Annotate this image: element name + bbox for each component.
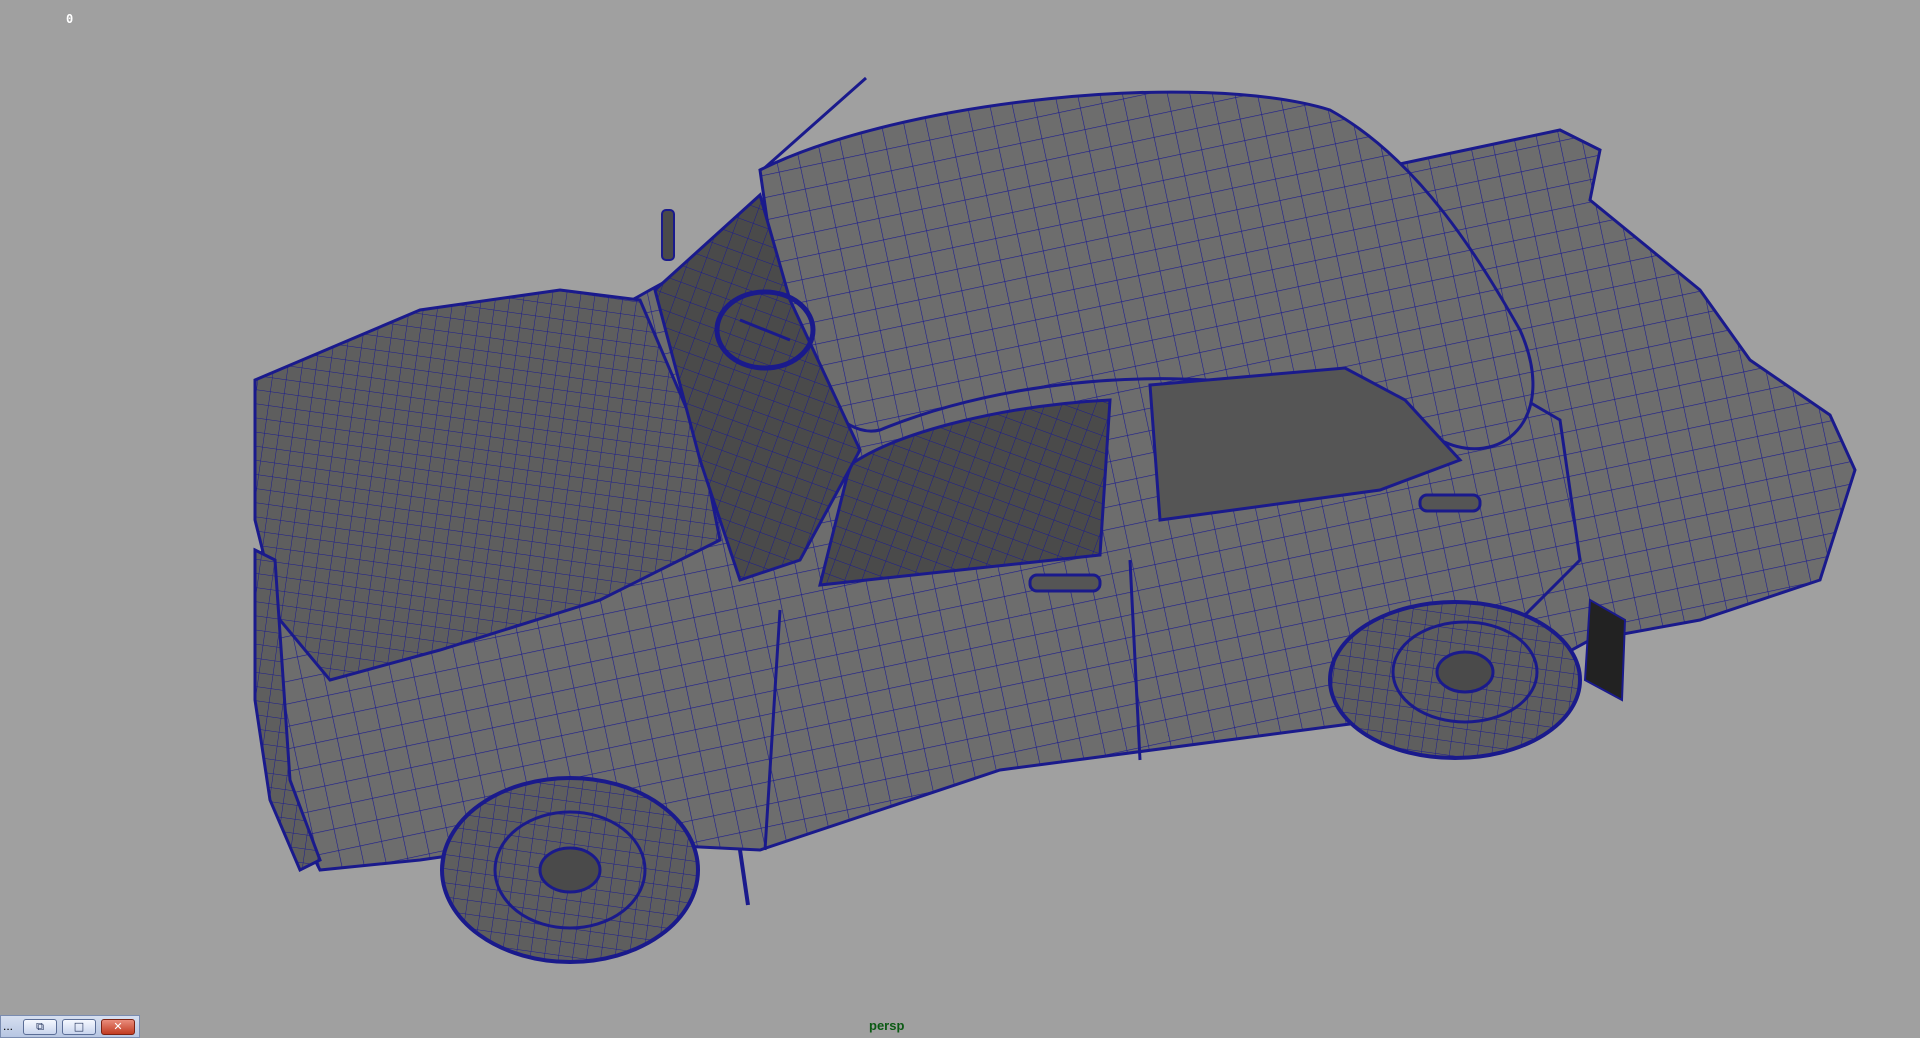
side-mirror — [661, 209, 675, 261]
rear-wheel — [1328, 600, 1582, 760]
front-wheel — [440, 776, 700, 964]
close-button[interactable]: ✕ — [101, 1019, 135, 1035]
close-icon: ✕ — [113, 1020, 123, 1033]
front-jack — [738, 849, 750, 906]
hud-counter: 0 — [66, 12, 74, 26]
car-wireframe-model[interactable] — [0, 0, 1920, 1038]
maximize-button[interactable]: □ — [62, 1019, 96, 1035]
persp-viewport[interactable]: 0 persp ... ⧉ □ ✕ — [0, 0, 1920, 1038]
restore-button[interactable]: ⧉ — [23, 1019, 57, 1035]
minimized-window-bar[interactable]: ... ⧉ □ ✕ — [0, 1015, 140, 1038]
maximize-icon: □ — [73, 1020, 85, 1033]
camera-name-label: persp — [869, 1018, 905, 1033]
collapsed-label: ... — [3, 1019, 14, 1033]
door-handle-front — [1028, 573, 1102, 593]
door-handle-rear — [1418, 493, 1482, 513]
restore-icon: ⧉ — [36, 1020, 44, 1033]
